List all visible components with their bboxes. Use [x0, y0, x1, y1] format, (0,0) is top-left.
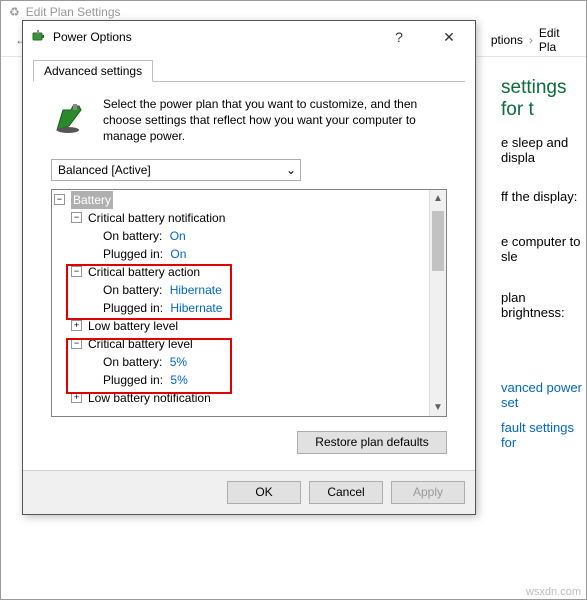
power-plan-select[interactable]: Balanced [Active] ⌄ [51, 159, 301, 181]
watermark: wsxdn.com [526, 586, 581, 598]
tree-low-notify[interactable]: Low battery notification [88, 389, 211, 407]
collapse-icon[interactable]: − [54, 194, 65, 205]
scroll-thumb[interactable] [432, 211, 444, 271]
power-plan-icon [51, 96, 91, 145]
tree-value[interactable]: Hibernate [170, 299, 222, 317]
tree-label: On battery: [103, 227, 162, 245]
tree-label: On battery: [103, 281, 162, 299]
scroll-down-icon[interactable]: ▼ [430, 399, 446, 416]
battery-icon [31, 28, 47, 47]
recycle-icon: ♻ [9, 5, 20, 19]
expand-icon[interactable]: + [71, 392, 82, 403]
tree-crit-level[interactable]: Critical battery level [88, 335, 193, 353]
bg-sleep-label: e computer to sle [501, 234, 586, 264]
close-button[interactable]: ✕ [427, 23, 471, 51]
power-options-dialog: Power Options ? ✕ Advanced settings Sele… [22, 20, 476, 515]
bg-display-label: ff the display: [501, 189, 586, 204]
tree-crit-action[interactable]: Critical battery action [88, 263, 200, 281]
ok-button[interactable]: OK [227, 481, 301, 504]
scroll-track[interactable] [430, 207, 446, 399]
collapse-icon[interactable]: − [71, 266, 82, 277]
breadcrumb-part: ptions [491, 33, 523, 47]
dialog-title: Power Options [53, 30, 371, 44]
tree-value[interactable]: 5% [170, 353, 187, 371]
tree-value[interactable]: On [170, 245, 186, 263]
breadcrumb[interactable]: ptions › Edit Pla [491, 26, 580, 54]
tree-label: Plugged in: [103, 245, 163, 263]
tree-crit-notify[interactable]: Critical battery notification [88, 209, 225, 227]
tree-battery[interactable]: Battery [71, 191, 113, 209]
settings-tree[interactable]: −Battery −Critical battery notification … [52, 190, 429, 416]
breadcrumb-part: Edit Pla [539, 26, 580, 54]
chevron-down-icon: ⌄ [286, 163, 296, 177]
advanced-power-link[interactable]: vanced power set [501, 380, 586, 410]
tree-scrollbar[interactable]: ▲ ▼ [429, 190, 446, 416]
tree-low-level[interactable]: Low battery level [88, 317, 178, 335]
tabstrip: Advanced settings [33, 59, 465, 82]
cancel-button[interactable]: Cancel [309, 481, 383, 504]
scroll-up-icon[interactable]: ▲ [430, 190, 446, 207]
plan-value: Balanced [Active] [58, 163, 151, 177]
tree-value[interactable]: On [170, 227, 186, 245]
bg-subtext: e sleep and displa [501, 135, 586, 165]
apply-button[interactable]: Apply [391, 481, 465, 504]
tree-value[interactable]: 5% [170, 371, 187, 389]
collapse-icon[interactable]: − [71, 212, 82, 223]
collapse-icon[interactable]: − [71, 338, 82, 349]
tree-label: Plugged in: [103, 299, 163, 317]
intro-text: Select the power plan that you want to c… [103, 96, 447, 145]
bg-heading: settings for t [501, 77, 586, 121]
chevron-right-icon: › [529, 33, 533, 47]
tree-value[interactable]: Hibernate [170, 281, 222, 299]
tab-advanced-settings[interactable]: Advanced settings [33, 60, 153, 82]
tree-label: On battery: [103, 353, 162, 371]
bg-brightness-label: plan brightness: [501, 290, 586, 320]
restore-defaults-link[interactable]: fault settings for [501, 420, 586, 450]
expand-icon[interactable]: + [71, 320, 82, 331]
settings-tree-container: −Battery −Critical battery notification … [51, 189, 447, 417]
bg-title-text: Edit Plan Settings [26, 5, 121, 19]
tree-label: Plugged in: [103, 371, 163, 389]
dialog-titlebar: Power Options ? ✕ [23, 21, 475, 53]
dialog-button-row: OK Cancel Apply [23, 470, 475, 514]
restore-defaults-button[interactable]: Restore plan defaults [297, 431, 447, 454]
help-button[interactable]: ? [377, 23, 421, 51]
